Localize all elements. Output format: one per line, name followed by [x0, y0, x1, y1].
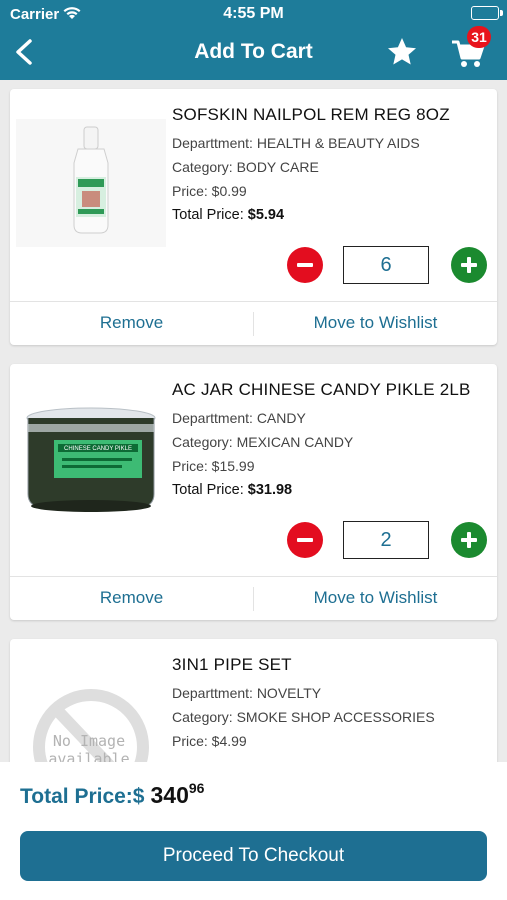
battery-icon [471, 6, 503, 20]
item-price: Price: $0.99 [172, 183, 247, 199]
page-title: Add To Cart [194, 40, 313, 63]
increase-quantity-button[interactable] [451, 247, 487, 283]
quantity-stepper: 2 [287, 520, 487, 560]
item-total-value: $31.98 [247, 482, 293, 498]
item-department: Departtment: CANDY [172, 410, 306, 426]
item-total-value: $5.94 [247, 207, 285, 223]
product-image: CHINESE CANDY PIKLE [16, 394, 166, 522]
cart-count-badge: 31 [467, 26, 491, 48]
cart-item-list[interactable]: SOFSKIN NAILPOL REM REG 8OZ Departtment:… [0, 80, 507, 762]
status-bar: Carrier 4:55 PM [0, 0, 507, 28]
grand-total-cents: 96 [188, 780, 205, 796]
decrease-quantity-button[interactable] [287, 522, 323, 558]
item-department: Departtment: NOVELTY [172, 685, 322, 701]
item-department: Departtment: HEALTH & BEAUTY AIDS [172, 135, 420, 151]
item-category: Category: BODY CARE [172, 159, 319, 175]
cart-footer: Total Price:$ 34096 Proceed To Checkout [0, 762, 507, 900]
remove-button[interactable]: Remove [10, 302, 253, 345]
cart-item-card: CHINESE CANDY PIKLE AC JAR CHINESE CANDY… [10, 364, 497, 620]
item-price: Price: $15.99 [172, 458, 255, 474]
remove-button[interactable]: Remove [10, 577, 253, 620]
quantity-field[interactable]: 2 [343, 521, 429, 559]
cart-item-card: SOFSKIN NAILPOL REM REG 8OZ Departtment:… [10, 89, 497, 345]
item-category: Category: SMOKE SHOP ACCESSORIES [172, 709, 435, 725]
quantity-field[interactable]: 6 [343, 246, 429, 284]
proceed-to-checkout-button[interactable]: Proceed To Checkout [20, 831, 487, 881]
item-info: 3IN1 PIPE SET Departtment: NOVELTY Categ… [172, 655, 492, 757]
minus-icon [297, 538, 313, 542]
item-actions: Remove Move to Wishlist [10, 576, 497, 620]
minus-icon [297, 263, 313, 267]
wishlist-star-icon[interactable] [386, 36, 418, 68]
navigation-bar: Carrier 4:55 PM Add To Cart 31 [0, 0, 507, 80]
grand-total-whole: 340 [150, 782, 189, 808]
move-to-wishlist-button[interactable]: Move to Wishlist [254, 302, 497, 345]
jar-label-text: CHINESE CANDY PIKLE [64, 446, 132, 452]
grand-total: Total Price:$ 34096 [20, 780, 205, 809]
no-image-placeholder: No Image available [33, 689, 149, 762]
no-image-text-line2: available [48, 750, 129, 762]
item-info: AC JAR CHINESE CANDY PIKLE 2LB Departtme… [172, 380, 492, 498]
item-name: 3IN1 PIPE SET [172, 655, 292, 674]
move-to-wishlist-button[interactable]: Move to Wishlist [254, 577, 497, 620]
product-image [16, 119, 166, 247]
item-total-label: Total Price: [172, 207, 244, 223]
quantity-stepper: 6 [287, 245, 487, 285]
grand-total-label: Total Price:$ [20, 785, 145, 808]
increase-quantity-button[interactable] [451, 522, 487, 558]
item-name: AC JAR CHINESE CANDY PIKLE 2LB [172, 380, 471, 399]
item-total-price: Total Price: $31.98 [172, 482, 492, 498]
item-total-label: Total Price: [172, 482, 244, 498]
item-category: Category: MEXICAN CANDY [172, 434, 354, 450]
item-price: Price: $4.99 [172, 733, 247, 749]
cart-item-card: No Image available 3IN1 PIPE SET Departt… [10, 639, 497, 762]
item-total-price: Total Price: $5.94 [172, 207, 492, 223]
no-image-text-line1: No Image [53, 732, 125, 750]
item-info: SOFSKIN NAILPOL REM REG 8OZ Departtment:… [172, 105, 492, 223]
decrease-quantity-button[interactable] [287, 247, 323, 283]
item-name: SOFSKIN NAILPOL REM REG 8OZ [172, 105, 450, 124]
item-actions: Remove Move to Wishlist [10, 301, 497, 345]
status-time: 4:55 PM [223, 5, 284, 22]
